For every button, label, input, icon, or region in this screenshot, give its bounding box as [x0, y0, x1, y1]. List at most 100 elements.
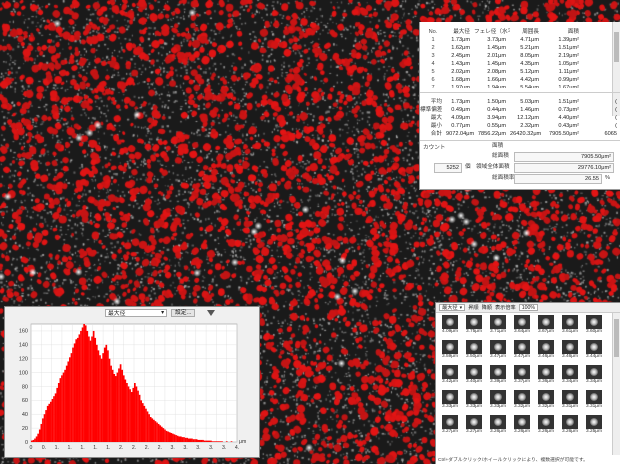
- histogram-bar: [113, 373, 116, 442]
- particle-thumbnail[interactable]: 3.26μm: [510, 415, 534, 439]
- particle-image: [538, 415, 554, 429]
- histogram-bar: [42, 418, 44, 442]
- particle-thumbnail[interactable]: 3.44μm: [582, 340, 606, 364]
- particle-thumbnail[interactable]: 3.50μm: [462, 340, 486, 364]
- histogram-bar: [187, 438, 190, 442]
- particle-thumbnail[interactable]: 3.34μm: [558, 365, 582, 389]
- particle-thumbnail[interactable]: 3.47μm: [486, 340, 510, 364]
- histogram-bar: [197, 439, 200, 442]
- particle-thumbnail[interactable]: 3.27μm: [462, 415, 486, 439]
- histogram-bar: [84, 325, 87, 442]
- scrollbar-thumb[interactable]: [614, 319, 619, 357]
- particle-thumbnail[interactable]: 3.25μm: [582, 415, 606, 439]
- sort-dropdown[interactable]: 最大径 ▾: [439, 304, 466, 311]
- histogram-bar: [148, 414, 150, 442]
- particle-thumbnail[interactable]: 3.60μm: [582, 315, 606, 339]
- measure-dropdown[interactable]: 最大径 ▾: [105, 308, 167, 317]
- table-cell: 1.62μm: [451, 45, 470, 51]
- histogram-bar: [118, 368, 120, 442]
- particle-thumbnail[interactable]: 3.31μm: [582, 390, 606, 414]
- histogram-bar: [198, 439, 201, 442]
- particle-image: [586, 340, 602, 354]
- summary-cell: 0.43μm²: [558, 123, 579, 129]
- particle-thumbnail[interactable]: 4.09μm: [438, 315, 462, 339]
- particle-thumbnail[interactable]: 3.33μm: [438, 390, 462, 414]
- particle-thumbnail[interactable]: 3.46μm: [534, 340, 558, 364]
- histogram-bar: [92, 330, 95, 442]
- histogram-bar: [200, 439, 203, 442]
- histogram-bar: [88, 336, 90, 442]
- row-number: 4: [431, 61, 435, 67]
- histogram-bar: [170, 432, 173, 442]
- particle-thumbnail[interactable]: 3.26μm: [486, 415, 510, 439]
- particle-thumbnail[interactable]: 3.33μm: [486, 390, 510, 414]
- y-tick-label: 0: [25, 440, 28, 446]
- particle-thumbnail[interactable]: 3.75μm: [462, 315, 486, 339]
- particle-thumbnail[interactable]: 3.61μm: [558, 315, 582, 339]
- summary-cell: 7905.50μm²: [549, 131, 579, 137]
- histogram-bar: [43, 414, 46, 442]
- histogram-bar: [159, 425, 162, 442]
- area-label: 面積: [492, 143, 504, 149]
- particle-thumbnail[interactable]: 3.31μm: [558, 390, 582, 414]
- histogram-bar: [35, 436, 38, 442]
- table-cell: 1.68μm: [451, 77, 470, 83]
- particle-thumbnail[interactable]: 3.32μm: [510, 390, 534, 414]
- particle-thumbnail[interactable]: 3.40μm: [462, 365, 486, 389]
- particle-image: [562, 415, 578, 429]
- histogram-bar: [149, 417, 152, 442]
- scrollbar-thumb[interactable]: [614, 32, 619, 62]
- particle-thumbnail[interactable]: 3.42μm: [438, 365, 462, 389]
- settings-button[interactable]: 設定...: [171, 308, 196, 317]
- particle-thumbnail[interactable]: 3.71μm: [486, 315, 510, 339]
- sort-direction[interactable]: 降順: [482, 304, 492, 311]
- table-cell-blank: [583, 84, 613, 88]
- particle-thumbnail[interactable]: 3.39μm: [486, 365, 510, 389]
- gallery-scrollbar[interactable]: [612, 313, 620, 455]
- table-cell: 0.99μm²: [558, 77, 579, 83]
- particle-size-label: 3.33μm: [489, 404, 507, 409]
- zoom-dropdown[interactable]: 100%: [518, 304, 539, 311]
- histogram-bar: [192, 439, 195, 442]
- y-tick-label: 100: [19, 370, 28, 376]
- particle-thumbnail[interactable]: 3.64μm: [510, 315, 534, 339]
- particle-thumbnail[interactable]: 3.26μm: [534, 415, 558, 439]
- table-cell-blank: [583, 52, 613, 60]
- particle-size-label: 3.47μm: [513, 354, 531, 359]
- particle-thumbnail[interactable]: 3.46μm: [558, 340, 582, 364]
- histogram-bar: [183, 437, 185, 442]
- particle-thumbnail[interactable]: 3.27μm: [438, 415, 462, 439]
- histogram-bar: [70, 353, 73, 442]
- summary-cell: 1.50μm: [487, 99, 506, 105]
- collapse-triangle-icon[interactable]: [207, 309, 216, 316]
- histogram-bar: [76, 337, 79, 442]
- particle-size-label: 3.40μm: [465, 379, 483, 384]
- summary-cell: 0.55μm: [487, 123, 506, 129]
- particle-thumbnail[interactable]: 3.36μm: [534, 365, 558, 389]
- measurement-table[interactable]: No. 最大径フェレ径（水平） 周囲長 面積 1 1.73μm 3.73μm 4.71μm 1.…: [420, 28, 613, 88]
- order-label[interactable]: 昇順: [468, 304, 478, 311]
- histogram-toolbar: 最大径 ▾ 設定...: [5, 307, 259, 318]
- particle-thumbnail[interactable]: 3.26μm: [558, 415, 582, 439]
- y-tick-label: 60: [22, 398, 28, 404]
- particle-size-label: 3.50μm: [465, 354, 483, 359]
- particle-thumbnail[interactable]: 3.33μm: [462, 390, 486, 414]
- particle-size-label: 3.39μm: [489, 379, 507, 384]
- particle-size-label: 3.64μm: [513, 329, 531, 334]
- particle-thumbnail[interactable]: 3.37μm: [510, 365, 534, 389]
- histogram-bar: [217, 441, 220, 442]
- histogram-bar: [151, 418, 154, 442]
- gallery-toolbar: 最大径 ▾ 昇順 降順 表示倍率 100%: [436, 303, 620, 313]
- histogram-bar: [154, 421, 157, 442]
- summary-cell: 3.94μm: [487, 115, 506, 121]
- particle-size-label: 3.34μm: [561, 379, 579, 384]
- particle-thumbnail[interactable]: 3.32μm: [534, 390, 558, 414]
- particle-thumbnail[interactable]: 3.34μm: [582, 365, 606, 389]
- histogram-bar: [73, 343, 76, 442]
- particle-thumbnail[interactable]: 3.47μm: [510, 340, 534, 364]
- particle-thumbnail[interactable]: 3.59μm: [438, 340, 462, 364]
- particle-size-label: 3.33μm: [441, 404, 459, 409]
- summary-cell: 0.73μm²: [558, 107, 579, 113]
- particle-thumbnail[interactable]: 3.67μm: [534, 315, 558, 339]
- table-cell-blank: [583, 36, 613, 44]
